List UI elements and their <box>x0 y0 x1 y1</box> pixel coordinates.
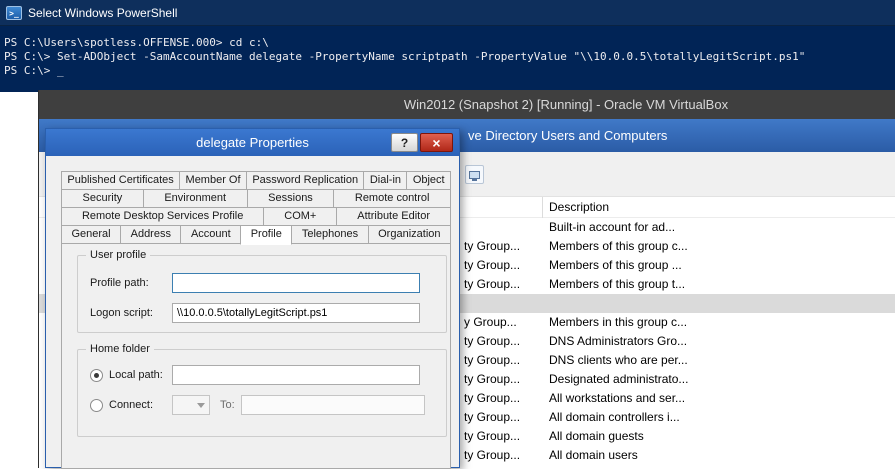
tab-row: Published CertificatesMember OfPassword … <box>61 171 451 190</box>
local-path-label: Local path: <box>109 369 172 381</box>
tab-row: Remote Desktop Services ProfileCOM+Attri… <box>61 207 451 226</box>
connect-to-input[interactable] <box>241 395 425 415</box>
aduc-title: ve Directory Users and Computers <box>468 119 667 152</box>
to-label: To: <box>220 399 235 411</box>
description-cell-text: Members of this group ... <box>549 256 682 275</box>
type-cell-text: ty Group... <box>464 332 520 351</box>
tab-member-of[interactable]: Member Of <box>179 171 247 190</box>
tab-attribute-editor[interactable]: Attribute Editor <box>336 207 451 226</box>
virtualbox-titlebar[interactable]: Win2012 (Snapshot 2) [Running] - Oracle … <box>39 90 895 119</box>
home-folder-group-label: Home folder <box>86 343 154 355</box>
delegate-properties-dialog: delegate Properties ? × Published Certif… <box>45 128 460 468</box>
powershell-icon: >_ <box>6 6 22 20</box>
connect-radio[interactable] <box>90 399 103 412</box>
tab-object[interactable]: Object <box>406 171 451 190</box>
type-cell-text: ty Group... <box>464 427 520 446</box>
tab-profile[interactable]: Profile <box>240 225 292 245</box>
description-cell-text: All domain controllers i... <box>549 408 680 427</box>
description-cell-text: All domain guests <box>549 427 644 446</box>
console-line: PS C:\Users\spotless.OFFENSE.000> cd c:\ <box>4 36 891 50</box>
local-path-radio[interactable] <box>90 369 103 382</box>
user-profile-group-label: User profile <box>86 249 150 261</box>
tab-strip: Published CertificatesMember OfPassword … <box>61 171 451 244</box>
description-cell-text: Members of this group c... <box>549 237 688 256</box>
help-button[interactable]: ? <box>391 133 418 152</box>
description-cell-text: All workstations and ser... <box>549 389 685 408</box>
tab-row: SecurityEnvironmentSessionsRemote contro… <box>61 189 451 208</box>
console-cursor: _ <box>57 64 64 77</box>
tab-remote-control[interactable]: Remote control <box>333 189 451 208</box>
type-cell-text: y Group... <box>464 313 517 332</box>
console-prompt: PS C:\> <box>4 64 57 77</box>
logon-script-label: Logon script: <box>90 307 172 319</box>
connect-label: Connect: <box>109 399 172 411</box>
tab-published-certificates[interactable]: Published Certificates <box>61 171 180 190</box>
tab-account[interactable]: Account <box>180 225 241 244</box>
description-column-header[interactable]: Description <box>549 197 609 218</box>
user-profile-groupbox: User profile Profile path: Logon script: <box>77 255 447 333</box>
type-cell-text: ty Group... <box>464 370 520 389</box>
local-path-input[interactable] <box>172 365 420 385</box>
tab-com-[interactable]: COM+ <box>263 207 337 226</box>
console-prompt-line: PS C:\> _ <box>4 64 891 78</box>
powershell-title: Select Windows PowerShell <box>28 6 177 20</box>
tab-address[interactable]: Address <box>120 225 181 244</box>
type-cell-text: ty Group... <box>464 389 520 408</box>
tab-telephones[interactable]: Telephones <box>291 225 368 244</box>
tab-dial-in[interactable]: Dial-in <box>363 171 407 190</box>
powershell-window: >_ Select Windows PowerShell PS C:\Users… <box>0 0 895 92</box>
description-cell-text: DNS clients who are per... <box>549 351 688 370</box>
dialog-title: delegate Properties <box>196 135 309 150</box>
tab-organization[interactable]: Organization <box>368 225 451 244</box>
profile-tab-panel: User profile Profile path: Logon script:… <box>61 240 451 469</box>
chevron-down-icon <box>197 403 205 408</box>
type-cell-text: ty Group... <box>464 351 520 370</box>
type-cell-text: ty Group... <box>464 237 520 256</box>
description-cell-text: Members of this group t... <box>549 275 685 294</box>
powershell-console[interactable]: PS C:\Users\spotless.OFFENSE.000> cd c:\… <box>0 26 895 78</box>
column-divider[interactable] <box>542 197 543 218</box>
description-cell-text: DNS Administrators Gro... <box>549 332 687 351</box>
toolbar-button[interactable] <box>465 165 484 184</box>
tab-general[interactable]: General <box>61 225 121 244</box>
tab-remote-desktop-services-profile[interactable]: Remote Desktop Services Profile <box>61 207 264 226</box>
tab-row: GeneralAddressAccountProfileTelephonesOr… <box>61 225 451 244</box>
description-cell-text: All domain users <box>549 446 638 465</box>
computer-icon <box>469 171 480 179</box>
type-cell-text: ty Group... <box>464 446 520 465</box>
tab-password-replication[interactable]: Password Replication <box>246 171 365 190</box>
dialog-titlebar[interactable]: delegate Properties ? × <box>46 129 459 156</box>
type-cell-text: ty Group... <box>464 275 520 294</box>
console-line: PS C:\> Set-ADObject -SamAccountName del… <box>4 50 891 64</box>
home-folder-groupbox: Home folder Local path: Connect: To: <box>77 349 447 437</box>
drive-letter-combobox[interactable] <box>172 395 210 415</box>
tab-sessions[interactable]: Sessions <box>247 189 335 208</box>
type-cell-text: ty Group... <box>464 408 520 427</box>
powershell-titlebar[interactable]: >_ Select Windows PowerShell <box>0 0 895 26</box>
profile-path-input[interactable] <box>172 273 420 293</box>
description-cell-text: Built-in account for ad... <box>549 218 675 237</box>
description-cell-text: Designated administrato... <box>549 370 688 389</box>
virtualbox-title: Win2012 (Snapshot 2) [Running] - Oracle … <box>404 97 728 112</box>
description-cell-text: Members in this group c... <box>549 313 687 332</box>
profile-path-label: Profile path: <box>90 277 172 289</box>
tab-security[interactable]: Security <box>61 189 144 208</box>
type-cell-text: ty Group... <box>464 256 520 275</box>
logon-script-input[interactable] <box>172 303 420 323</box>
close-button[interactable]: × <box>420 133 453 152</box>
tab-environment[interactable]: Environment <box>143 189 248 208</box>
